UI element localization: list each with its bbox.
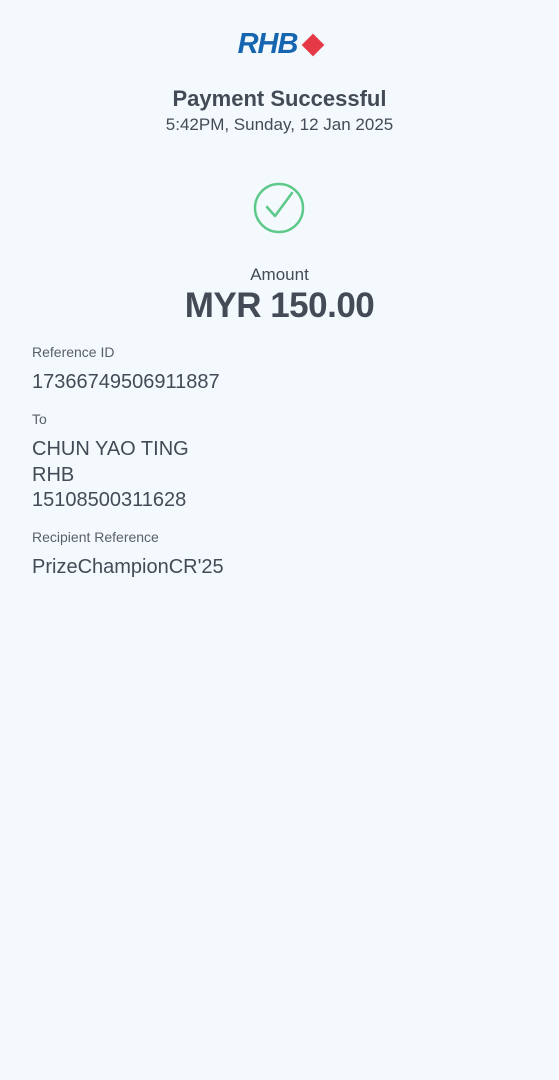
logo-text: RHB — [237, 28, 299, 60]
page-title: Payment Successful — [172, 86, 387, 111]
to-label: To — [32, 411, 47, 427]
reference-id-label: Reference ID — [32, 344, 115, 360]
check-circle-icon — [253, 182, 305, 234]
reference-id-value: 17366749506911887 — [32, 371, 220, 393]
rhb-logo: RHB — [0, 28, 559, 60]
recipient-account: 15108500311628 — [32, 489, 187, 511]
logo-diamond-icon — [302, 33, 325, 56]
recipient-reference-value: PrizeChampionCR'25 — [32, 556, 224, 578]
amount-label: Amount — [250, 265, 309, 284]
amount-value: MYR 150.00 — [184, 286, 375, 325]
recipient-reference-label: Recipient Reference — [32, 529, 159, 545]
transaction-datetime: 5:42PM, Sunday, 12 Jan 2025 — [165, 115, 394, 134]
recipient-name: CHUN YAO TING — [32, 438, 189, 460]
recipient-bank: RHB — [32, 464, 75, 486]
